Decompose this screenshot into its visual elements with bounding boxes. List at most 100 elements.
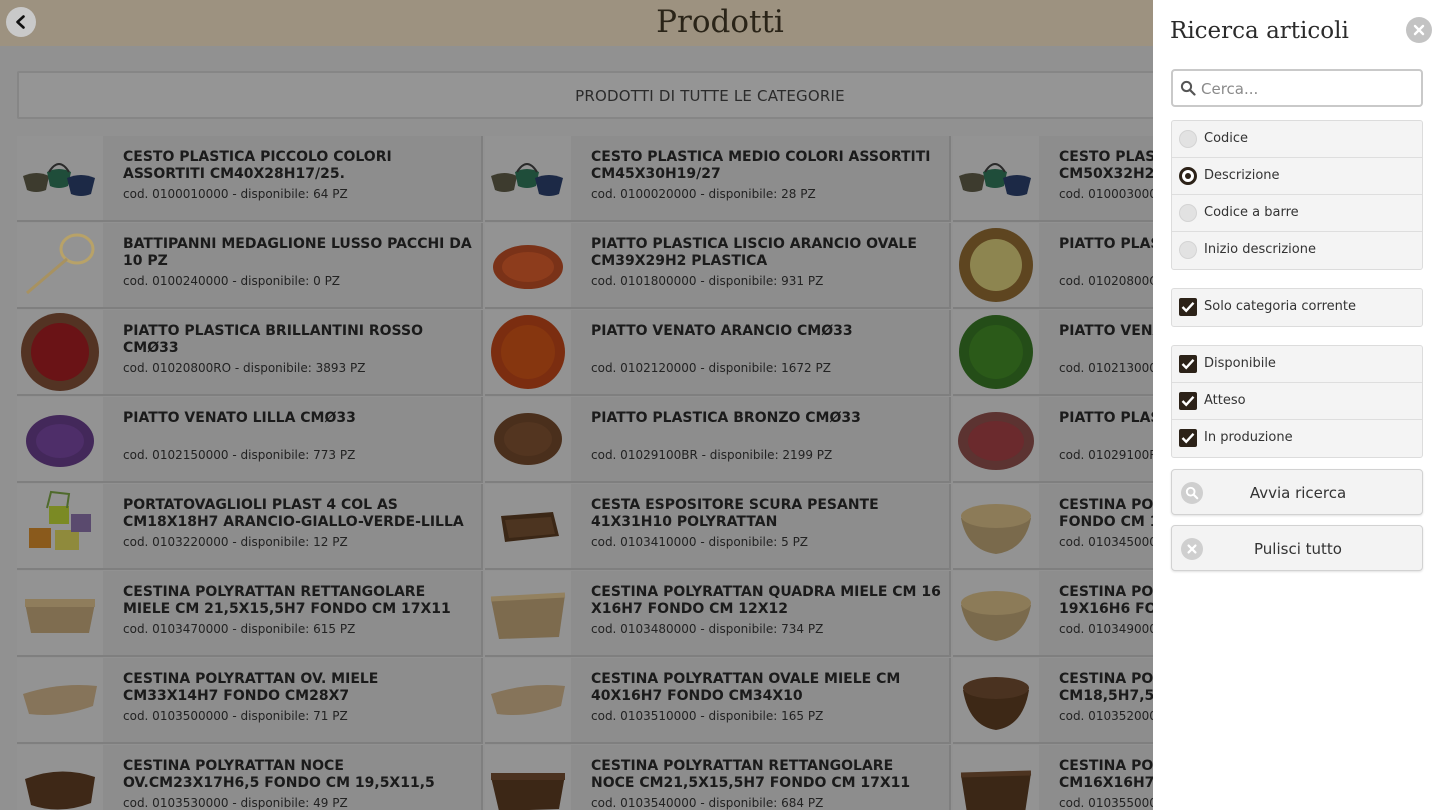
product-thumbnail	[953, 571, 1039, 655]
product-name: PIATTO VENATO LILLA CMØ33	[123, 410, 356, 426]
product-thumbnail	[953, 658, 1039, 742]
product-thumbnail	[953, 745, 1039, 810]
product-code-availability: cod. 0101800000 - disponibile: 931 PZ	[591, 274, 824, 288]
product-name: PIATTO PLASTICA LISCIO ARANCIO OVALE CM3…	[591, 236, 917, 269]
product-card[interactable]: CESTINA POLYRATTAN OV. MIELE CM33X14H7 F…	[17, 658, 483, 744]
product-thumbnail	[485, 484, 571, 568]
product-thumbnail	[485, 397, 571, 481]
product-thumbnail	[17, 223, 103, 307]
product-code-availability: cod. 0103510000 - disponibile: 165 PZ	[591, 709, 824, 723]
product-code-availability: cod. 0103410000 - disponibile: 5 PZ	[591, 535, 809, 549]
product-thumbnail	[485, 310, 571, 394]
search-mode-label: Inizio descrizione	[1204, 242, 1316, 257]
search-mode-inizio-descrizione[interactable]: Inizio descrizione	[1172, 232, 1422, 269]
product-thumbnail	[17, 397, 103, 481]
radio-button-selected[interactable]	[1179, 167, 1197, 185]
product-code-availability: cod. 01020800RO - disponibile: 3893 PZ	[123, 361, 366, 375]
product-code-availability: cod. 0103480000 - disponibile: 734 PZ	[591, 622, 824, 636]
product-thumbnail	[485, 658, 571, 742]
filter-disponibile[interactable]: Disponibile	[1172, 346, 1422, 383]
product-name: BATTIPANNI MEDAGLIONE LUSSO PACCHI DA 10…	[123, 236, 472, 269]
product-name: CESTA ESPOSITORE SCURA PESANTE 41X31H10 …	[591, 497, 879, 530]
product-thumbnail	[485, 136, 571, 220]
close-panel-button[interactable]	[1406, 17, 1432, 43]
start-search-label: Avvia ricerca	[1249, 484, 1347, 502]
product-card[interactable]: CESTINA POLYRATTAN NOCE OV.CM23X17H6,5 F…	[17, 745, 483, 810]
radio-button[interactable]	[1179, 130, 1197, 148]
product-name: CESTINA POLYRATTAN RETTANGOLARE NOCE CM2…	[591, 758, 911, 791]
search-mode-label: Codice	[1204, 131, 1249, 146]
checkmark-icon	[1181, 395, 1195, 407]
filter-atteso[interactable]: Atteso	[1172, 383, 1422, 420]
search-mode-label: Descrizione	[1204, 168, 1280, 183]
radio-button[interactable]	[1179, 204, 1197, 222]
clear-all-label: Pulisci tutto	[1254, 540, 1342, 558]
product-card[interactable]: PIATTO PLASTICA LISCIO ARANCIO OVALE CM3…	[485, 223, 951, 309]
search-box	[1171, 69, 1423, 107]
product-code-availability: cod. 0103470000 - disponibile: 615 PZ	[123, 622, 356, 636]
product-card[interactable]: PIATTO VENATO ARANCIO CMØ33 cod. 01021200…	[485, 310, 951, 396]
product-name: CESTINA POLYRATTAN OV. MIELE CM33X14H7 F…	[123, 671, 379, 704]
product-code-availability: cod. 0102150000 - disponibile: 773 PZ	[123, 448, 356, 462]
close-icon	[1413, 24, 1425, 36]
clear-all-button[interactable]: Pulisci tutto	[1171, 525, 1423, 571]
filter-label: In produzione	[1204, 430, 1293, 445]
product-thumbnail	[17, 484, 103, 568]
search-panel: Ricerca articoli Codice Descrizione Codi…	[1153, 0, 1440, 810]
product-thumbnail	[953, 397, 1039, 481]
product-code-availability: cod. 0103530000 - disponibile: 49 PZ	[123, 796, 348, 810]
filter-label: Atteso	[1204, 393, 1246, 408]
checkmark-icon	[1181, 432, 1195, 444]
product-code-availability: cod. 0100240000 - disponibile: 0 PZ	[123, 274, 341, 288]
product-card[interactable]: CESTA ESPOSITORE SCURA PESANTE 41X31H10 …	[485, 484, 951, 570]
product-name: CESTINA POLYRATTAN QUADRA MIELE CM 16 X1…	[591, 584, 941, 617]
product-code-availability: cod. 0103540000 - disponibile: 684 PZ	[591, 796, 824, 810]
search-input[interactable]	[1201, 77, 1416, 101]
category-filter-group: Solo categoria corrente	[1171, 288, 1423, 327]
checkbox-checked[interactable]	[1179, 429, 1197, 447]
product-card[interactable]: PIATTO PLASTICA BRILLANTINI ROSSO CMØ33 c…	[17, 310, 483, 396]
product-thumbnail	[17, 136, 103, 220]
checkmark-icon	[1181, 301, 1195, 313]
product-card[interactable]: CESTO PLASTICA MEDIO COLORI ASSORTITI CM…	[485, 136, 951, 222]
product-name: PIATTO PLASTICA BRILLANTINI ROSSO CMØ33	[123, 323, 423, 356]
product-code-availability: cod. 0103220000 - disponibile: 12 PZ	[123, 535, 348, 549]
product-code-availability: cod. 0100020000 - disponibile: 28 PZ	[591, 187, 816, 201]
search-mode-descrizione[interactable]: Descrizione	[1172, 158, 1422, 195]
product-card[interactable]: CESTINA POLYRATTAN QUADRA MIELE CM 16 X1…	[485, 571, 951, 657]
checkbox-checked[interactable]	[1179, 298, 1197, 316]
product-thumbnail	[17, 745, 103, 810]
product-card[interactable]: PIATTO PLASTICA BRONZO CMØ33 cod. 0102910…	[485, 397, 951, 483]
filter-solo-categoria-corrente[interactable]: Solo categoria corrente	[1172, 289, 1422, 326]
product-thumbnail	[953, 136, 1039, 220]
product-name: PORTATOVAGLIOLI PLAST 4 COL AS CM18X18H7…	[123, 497, 464, 530]
product-thumbnail	[485, 223, 571, 307]
radio-button[interactable]	[1179, 241, 1197, 259]
product-thumbnail	[953, 223, 1039, 307]
product-card[interactable]: CESTINA POLYRATTAN RETTANGOLARE MIELE CM…	[17, 571, 483, 657]
checkmark-icon	[1181, 358, 1195, 370]
product-code-availability: cod. 01029100BR - disponibile: 2199 PZ	[591, 448, 833, 462]
product-name: CESTINA POLYRATTAN OVALE MIELE CM 40X16H…	[591, 671, 901, 704]
checkbox-checked[interactable]	[1179, 355, 1197, 373]
product-name: PIATTO PLASTICA BRONZO CMØ33	[591, 410, 861, 426]
product-card[interactable]: PORTATOVAGLIOLI PLAST 4 COL AS CM18X18H7…	[17, 484, 483, 570]
product-card[interactable]: CESTO PLASTICA PICCOLO COLORI ASSORTITI …	[17, 136, 483, 222]
search-icon	[1180, 80, 1196, 96]
product-name: CESTO PLASTICA PICCOLO COLORI ASSORTITI …	[123, 149, 392, 182]
product-thumbnail	[17, 658, 103, 742]
search-mode-codice[interactable]: Codice	[1172, 121, 1422, 158]
product-thumbnail	[17, 310, 103, 394]
product-code-availability: cod. 0102120000 - disponibile: 1672 PZ	[591, 361, 831, 375]
product-card[interactable]: CESTINA POLYRATTAN OVALE MIELE CM 40X16H…	[485, 658, 951, 744]
product-code-availability: cod. 0103500000 - disponibile: 71 PZ	[123, 709, 348, 723]
product-card[interactable]: BATTIPANNI MEDAGLIONE LUSSO PACCHI DA 10…	[17, 223, 483, 309]
product-card[interactable]: PIATTO VENATO LILLA CMØ33 cod. 0102150000…	[17, 397, 483, 483]
search-mode-codice-a-barre[interactable]: Codice a barre	[1172, 195, 1422, 232]
filter-label: Solo categoria corrente	[1204, 299, 1356, 314]
product-card[interactable]: CESTINA POLYRATTAN RETTANGOLARE NOCE CM2…	[485, 745, 951, 810]
start-search-button[interactable]: Avvia ricerca	[1171, 469, 1423, 515]
checkbox-checked[interactable]	[1179, 392, 1197, 410]
search-mode-group: Codice Descrizione Codice a barre Inizio…	[1171, 120, 1423, 270]
filter-in-produzione[interactable]: In produzione	[1172, 420, 1422, 457]
